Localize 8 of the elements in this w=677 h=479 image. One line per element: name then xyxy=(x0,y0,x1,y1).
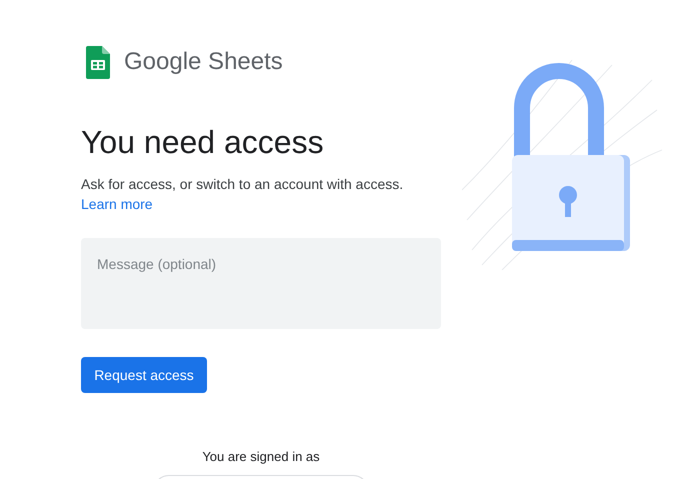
page-heading: You need access xyxy=(81,123,325,162)
description-text: Ask for access, or switch to an account with access. xyxy=(81,175,404,194)
request-access-button[interactable]: Request access xyxy=(81,357,207,393)
learn-more-link[interactable]: Learn more xyxy=(81,194,153,214)
signed-in-label: You are signed in as xyxy=(202,449,320,465)
brand-name: Google Sheets xyxy=(124,47,283,77)
spreadsheet-logo-icon xyxy=(86,46,110,78)
message-field[interactable]: Message (optional) xyxy=(81,238,441,329)
